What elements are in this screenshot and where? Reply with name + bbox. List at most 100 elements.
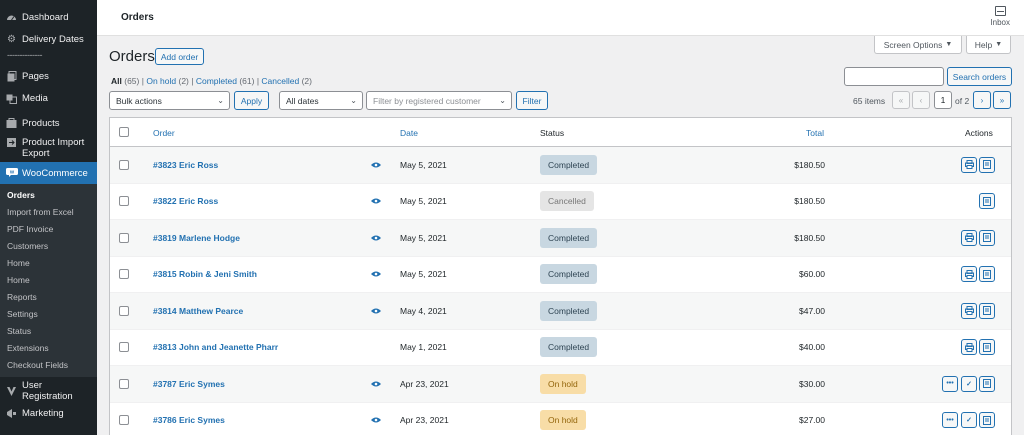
row-checkbox[interactable] [119, 415, 129, 426]
submenu-item-import-from-excel[interactable]: Import from Excel [0, 204, 97, 221]
submenu-item-home[interactable]: Home [0, 255, 97, 272]
sidebar-item-dashboard[interactable]: Dashboard [0, 6, 97, 28]
order-link[interactable]: #3787 Eric Symes [153, 379, 225, 389]
order-link[interactable]: #3823 Eric Ross [153, 160, 218, 170]
customer-filter-select[interactable]: Filter by registered customer ⌄ [366, 91, 512, 110]
last-page-button[interactable]: » [993, 91, 1011, 109]
row-checkbox[interactable] [119, 269, 129, 280]
table-row[interactable]: #3786 Eric Symes Apr 23, 2021 On hold $2… [110, 403, 1011, 435]
order-link[interactable]: #3813 John and Jeanette Pharr [153, 342, 278, 352]
row-checkbox[interactable] [119, 378, 129, 389]
next-page-button[interactable]: › [973, 91, 991, 109]
search-input[interactable] [844, 67, 944, 86]
table-row[interactable]: #3813 John and Jeanette Pharr May 1, 202… [110, 330, 1011, 366]
row-checkbox[interactable] [119, 305, 129, 316]
sidebar-separator: -------------- [7, 50, 42, 60]
row-checkbox[interactable] [119, 342, 129, 353]
submenu-item-status[interactable]: Status [0, 323, 97, 340]
row-checkbox[interactable] [119, 159, 129, 170]
ellipsis-icon: ••• [946, 380, 954, 388]
filter-all[interactable]: All [111, 76, 122, 86]
complete-button[interactable]: ✓ [961, 375, 977, 392]
print-invoice-button[interactable] [961, 156, 977, 173]
add-order-button[interactable]: Add order [155, 48, 204, 65]
help-button[interactable]: Help ▼ [966, 36, 1011, 54]
preview-eye-icon[interactable] [371, 415, 381, 425]
filter-cancelled[interactable]: Cancelled [261, 76, 299, 86]
sidebar-item-marketing[interactable]: Marketing [0, 402, 97, 424]
search-orders-button[interactable]: Search orders [947, 67, 1012, 86]
submenu-item-customers[interactable]: Customers [0, 238, 97, 255]
submenu-item-home-2[interactable]: Home [0, 272, 97, 289]
sidebar-item-woocommerce[interactable]: W WooCommerce [0, 162, 97, 184]
sidebar-item-pages[interactable]: Pages [0, 65, 97, 87]
preview-eye-icon[interactable] [371, 306, 381, 316]
current-page-input[interactable]: 1 [934, 91, 952, 109]
sidebar-item-delivery-dates[interactable]: ⚙ Delivery Dates [0, 28, 97, 50]
column-order[interactable]: Order [153, 128, 175, 138]
submenu-item-settings[interactable]: Settings [0, 306, 97, 323]
preview-eye-icon[interactable] [371, 379, 381, 389]
table-row[interactable]: #3823 Eric Ross May 5, 2021 Completed $1… [110, 147, 1011, 184]
print-invoice-button[interactable] [961, 302, 977, 319]
packing-slip-button[interactable] [979, 302, 995, 319]
packing-slip-button[interactable] [979, 156, 995, 173]
select-all-checkbox[interactable] [119, 127, 129, 137]
screen-options-button[interactable]: Screen Options ▼ [874, 36, 962, 54]
packing-slip-button[interactable] [979, 339, 995, 356]
order-link[interactable]: #3786 Eric Symes [153, 415, 225, 425]
submenu-item-pdf-invoice[interactable]: PDF Invoice [0, 221, 97, 238]
submenu-item-orders[interactable]: Orders [0, 187, 97, 204]
order-link[interactable]: #3814 Matthew Pearce [153, 306, 243, 316]
packing-slip-button[interactable] [979, 412, 995, 429]
sidebar-item-user-registration[interactable]: User Registration [0, 380, 97, 402]
submenu-item-checkout-fields[interactable]: Checkout Fields [0, 357, 97, 374]
packing-slip-button[interactable] [979, 266, 995, 283]
document-icon [983, 342, 991, 352]
preview-eye-icon[interactable] [371, 196, 381, 206]
row-checkbox[interactable] [119, 196, 129, 207]
sidebar-item-product-import-export[interactable]: Product Import Export [0, 134, 97, 162]
processing-button[interactable]: ••• [942, 375, 958, 392]
table-row[interactable]: #3815 Robin & Jeni Smith May 5, 2021 Com… [110, 257, 1011, 293]
sidebar-item-media[interactable]: Media [0, 87, 97, 109]
column-date[interactable]: Date [400, 128, 418, 138]
order-link[interactable]: #3819 Marlene Hodge [153, 233, 240, 243]
inbox-button[interactable]: Inbox [990, 6, 1010, 27]
table-row[interactable]: #3819 Marlene Hodge May 5, 2021 Complete… [110, 220, 1011, 257]
packing-slip-button[interactable] [979, 229, 995, 246]
ellipsis-icon: ••• [946, 416, 954, 424]
filter-on-hold[interactable]: On hold [146, 76, 176, 86]
status-badge: Completed [540, 227, 598, 248]
dates-select[interactable]: All dates ⌄ [279, 91, 363, 110]
sidebar-item-label: Pages [22, 70, 49, 82]
order-link[interactable]: #3815 Robin & Jeni Smith [153, 269, 257, 279]
packing-slip-button[interactable] [979, 375, 995, 392]
dashboard-icon [6, 12, 17, 23]
print-invoice-button[interactable] [961, 266, 977, 283]
table-row[interactable]: #3814 Matthew Pearce May 4, 2021 Complet… [110, 293, 1011, 330]
order-link[interactable]: #3822 Eric Ross [153, 196, 218, 206]
row-checkbox[interactable] [119, 232, 129, 243]
preview-eye-icon[interactable] [371, 269, 381, 279]
sidebar-item-products[interactable]: Products [0, 112, 97, 134]
table-row[interactable]: #3822 Eric Ross May 5, 2021 Cancelled $1… [110, 184, 1011, 220]
preview-eye-icon[interactable] [371, 233, 381, 243]
processing-button[interactable]: ••• [942, 412, 958, 429]
inbox-label: Inbox [990, 18, 1010, 27]
bulk-actions-select[interactable]: Bulk actions ⌄ [109, 91, 230, 110]
packing-slip-button[interactable] [979, 193, 995, 210]
filter-completed[interactable]: Completed [196, 76, 237, 86]
document-icon [983, 196, 991, 206]
apply-button[interactable]: Apply [234, 91, 269, 110]
filter-button[interactable]: Filter [516, 91, 548, 110]
column-total[interactable]: Total [806, 128, 824, 138]
print-invoice-button[interactable] [961, 339, 977, 356]
submenu-item-extensions[interactable]: Extensions [0, 340, 97, 357]
submenu-item-reports[interactable]: Reports [0, 289, 97, 306]
order-date: May 4, 2021 [400, 305, 447, 316]
complete-button[interactable]: ✓ [961, 412, 977, 429]
table-row[interactable]: #3787 Eric Symes Apr 23, 2021 On hold $3… [110, 366, 1011, 403]
print-invoice-button[interactable] [961, 229, 977, 246]
preview-eye-icon[interactable] [371, 160, 381, 170]
